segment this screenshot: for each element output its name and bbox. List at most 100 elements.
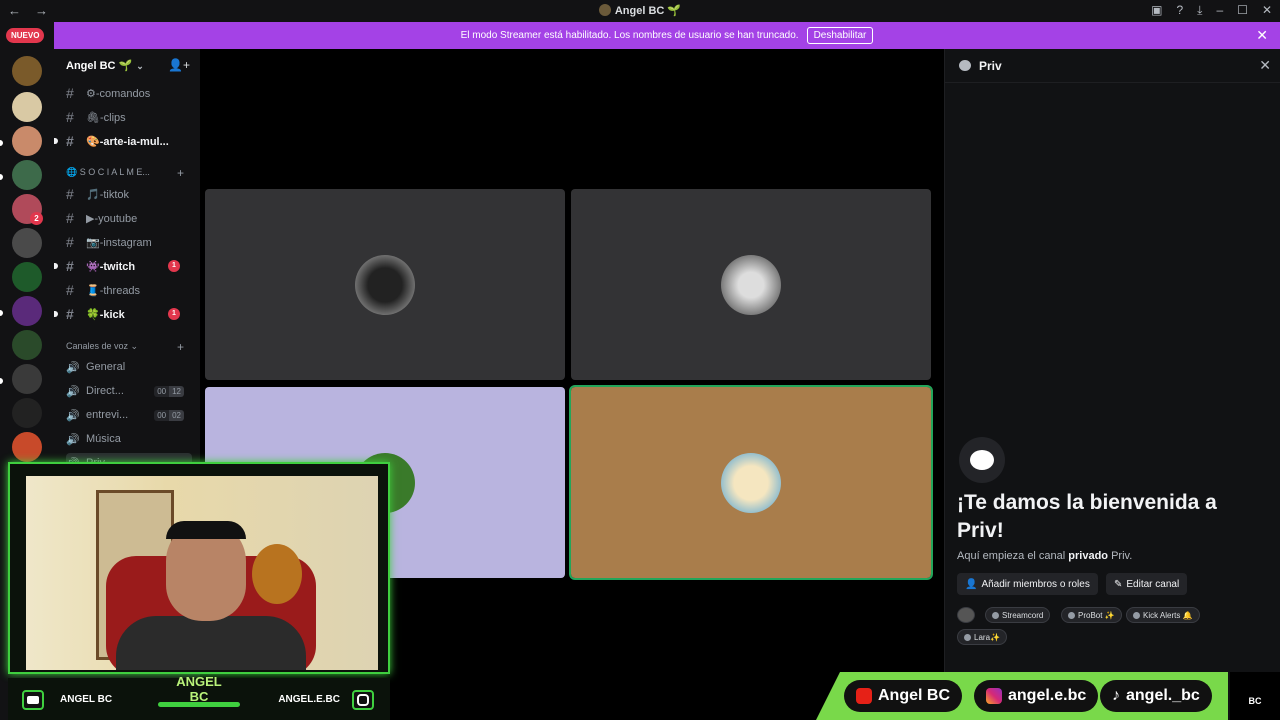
status-dot [1068, 611, 1075, 619]
help-icon[interactable]: ? [1176, 3, 1183, 18]
server-icon[interactable] [12, 262, 42, 292]
youtube-pill: Angel BC [844, 680, 962, 712]
hash-icon: # [66, 210, 74, 226]
unread-pip [0, 140, 3, 146]
maximize-button[interactable]: ☐ [1237, 3, 1248, 18]
add-user-icon[interactable]: 👤+ [168, 58, 190, 72]
channel-comandos[interactable]: # ⚙-comandos [66, 83, 192, 103]
tiktok-pill: ♪ angel._bc [1100, 680, 1212, 712]
avatar [355, 255, 415, 315]
category-voice[interactable]: Canales de voz ⌄ + [66, 340, 192, 354]
count-limit: 12 [169, 385, 184, 397]
server-icon[interactable] [12, 432, 42, 462]
participant-tile[interactable] [571, 189, 931, 380]
add-members-label: Añadir miembros o roles [981, 578, 1090, 590]
voice-channel-musica[interactable]: 🔊 Música [66, 429, 192, 449]
disable-streamer-button[interactable]: Deshabilitar [806, 27, 874, 44]
voice-channel-direct[interactable]: 🔊 Direct... 00 12 [66, 381, 192, 401]
channel-chat-panel: Priv ✕ ¡Te damos la bienvenida a Priv! A… [944, 49, 1280, 720]
inbox-icon[interactable]: ▣ [1151, 3, 1162, 18]
plush-monkey [252, 544, 302, 604]
minimize-button[interactable]: – [1216, 3, 1223, 18]
count-current: 00 [154, 409, 170, 421]
server-icon[interactable] [12, 56, 42, 86]
welcome-subtitle: Aquí empieza el canal privado Priv. [957, 550, 1132, 562]
participant-tile[interactable] [205, 189, 565, 380]
instagram-icon [352, 690, 374, 710]
server-icon[interactable] [12, 330, 42, 360]
channel-clips[interactable]: # 🖇-clips [66, 107, 192, 127]
window-title-text: Angel BC 🌱 [614, 5, 682, 17]
server-icon[interactable] [12, 160, 42, 190]
instagram-pill: angel.e.bc [974, 680, 1099, 712]
server-icon[interactable] [12, 296, 42, 326]
avatar [721, 255, 781, 315]
close-icon[interactable]: ✕ [1259, 57, 1271, 74]
tag-label: Kick Alerts 🔔 [1143, 610, 1193, 620]
unread-dot [54, 138, 58, 144]
bot-tag[interactable]: Kick Alerts 🔔 [1126, 607, 1200, 623]
edit-channel-button[interactable]: ✎ Editar canal [1106, 573, 1188, 595]
unread-badge: 1 [168, 308, 180, 320]
channel-instagram[interactable]: # 📷-instagram [66, 232, 192, 252]
channel-label: 👾-twitch [86, 260, 136, 273]
bot-tag[interactable]: ProBot ✨ [1061, 607, 1122, 623]
hash-icon: # [66, 282, 74, 298]
youtube-handle: Angel BC [878, 687, 950, 704]
tiktok-handle: angel._bc [1126, 687, 1200, 704]
instagram-handle: angel.e.bc [1008, 687, 1087, 704]
unread-pip [0, 174, 3, 180]
download-icon[interactable]: ⤓ [1197, 3, 1202, 18]
plus-icon[interactable]: + [177, 340, 184, 354]
server-name-header[interactable]: Angel BC 🌱 ⌄ [66, 59, 144, 72]
category-socialmedia[interactable]: 🌐 S O C I A L M E... + [66, 166, 192, 180]
add-members-button[interactable]: 👤 Añadir miembros o roles [957, 573, 1098, 595]
voice-label: entrevi... [86, 409, 129, 421]
count-limit: 02 [169, 409, 184, 421]
streamer-mode-banner: El modo Streamer está habilitado. Los no… [54, 22, 1280, 49]
plus-icon[interactable]: + [177, 166, 184, 180]
server-icon[interactable] [12, 364, 42, 394]
bot-tag[interactable]: Streamcord [985, 607, 1051, 623]
channel-arte-ia[interactable]: # 🎨-arte-ia-mul... [66, 131, 192, 151]
voice-label: General [86, 361, 126, 373]
voice-label: Direct... [86, 385, 124, 397]
instagram-icon [986, 688, 1002, 704]
window-controls: ▣ ? ⤓ – ☐ ✕ [1151, 3, 1272, 18]
hash-icon: # [66, 109, 74, 125]
channel-logo: BC [1230, 672, 1280, 720]
server-icon[interactable] [12, 398, 42, 428]
status-dot [992, 611, 999, 619]
channel-kick[interactable]: # 🍀-kick 1 [66, 304, 192, 324]
server-icon [598, 4, 611, 16]
hash-icon: # [66, 234, 74, 250]
participant-tile-speaking[interactable] [569, 385, 933, 580]
unread-pip [0, 310, 3, 316]
new-badge[interactable]: NUEVO [6, 28, 45, 43]
right-handle: ANGEL.E.BC [278, 694, 340, 705]
webcam-feed [26, 476, 378, 670]
welcome-sub-post: Priv. [1108, 550, 1133, 562]
social-handles-overlay: Angel BC angel.e.bc ♪ angel._bc [816, 672, 1228, 720]
status-dot [964, 633, 971, 641]
channel-label: ▶-youtube [86, 212, 138, 225]
server-icon[interactable] [12, 92, 42, 122]
logo-text: BC [1248, 696, 1262, 706]
server-icon[interactable] [12, 228, 42, 258]
server-icon[interactable] [12, 126, 42, 156]
person-body [116, 616, 306, 670]
pencil-icon: ✎ [1114, 578, 1123, 590]
channel-twitch[interactable]: # 👾-twitch 1 [66, 256, 192, 276]
channel-youtube[interactable]: # ▶-youtube [66, 208, 192, 228]
close-button[interactable]: ✕ [1262, 3, 1272, 18]
close-icon[interactable]: ✕ [1256, 27, 1268, 44]
voice-channel-general[interactable]: 🔊 General [66, 357, 192, 377]
bot-tag[interactable]: Lara✨ [957, 629, 1007, 645]
channel-threads[interactable]: # 🧵-threads [66, 280, 192, 300]
channel-label: 🍀-kick [86, 308, 125, 321]
unread-badge: 1 [168, 260, 180, 272]
chat-bubble-icon [959, 437, 1005, 483]
channel-tiktok[interactable]: # 🎵-tiktok [66, 184, 192, 204]
voice-label: Música [86, 433, 121, 445]
voice-channel-entrevista[interactable]: 🔊 entrevi... 00 02 [66, 405, 192, 425]
